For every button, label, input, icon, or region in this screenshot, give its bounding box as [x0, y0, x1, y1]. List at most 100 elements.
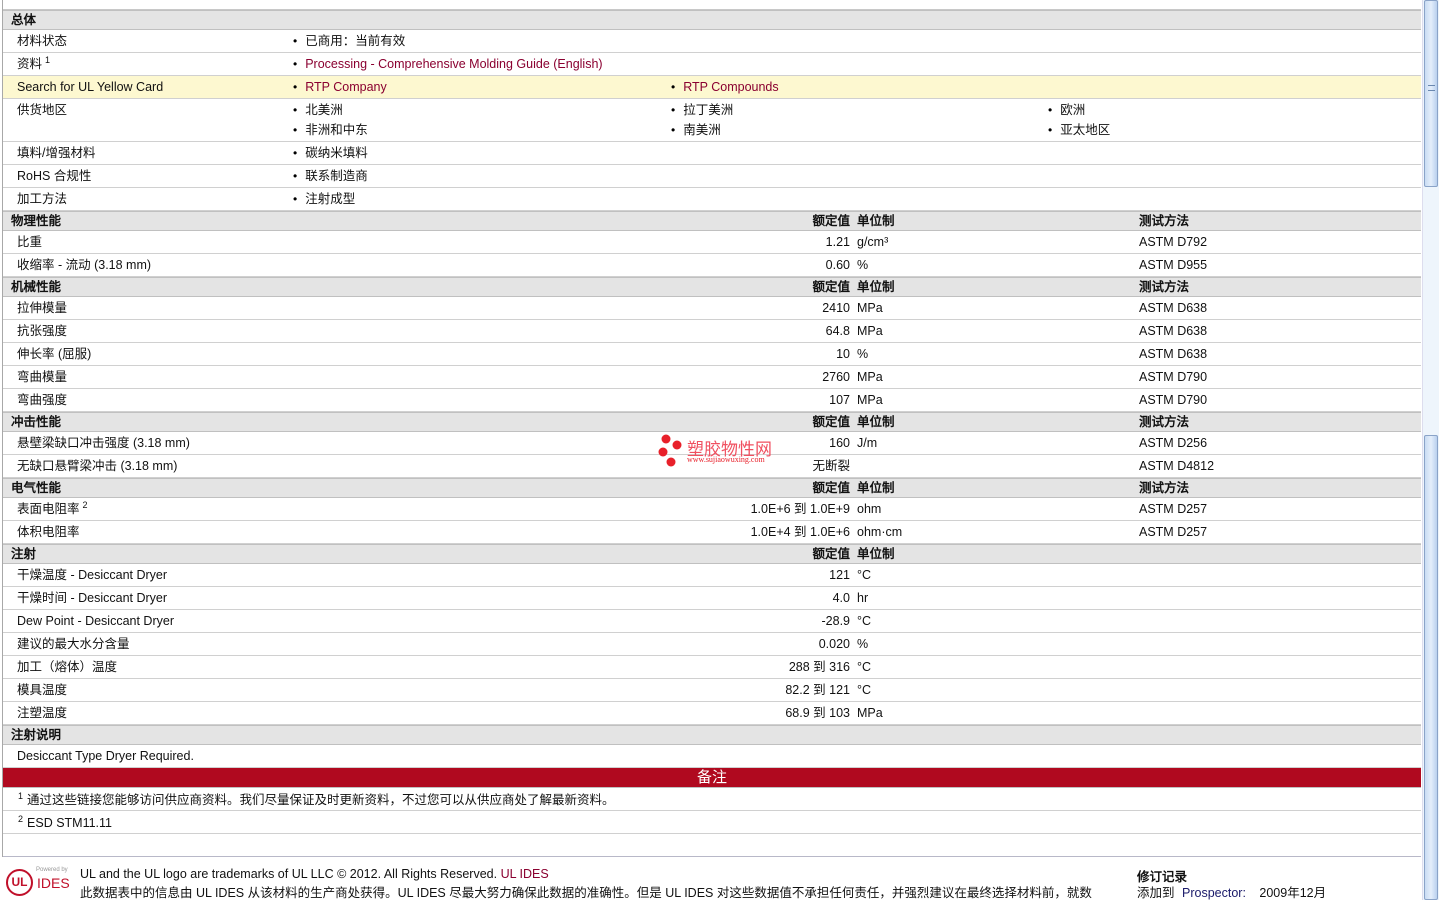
injection-note-text: Desiccant Type Dryer Required.: [17, 749, 194, 763]
column-header-method: 测试方法: [1139, 415, 1190, 429]
property-unit: °C: [857, 568, 872, 582]
section-title: 电气性能: [11, 481, 62, 495]
section-header: 注射 额定值 单位制: [3, 544, 1421, 564]
general-row: 材料状态 已商用：当前有效: [3, 30, 1421, 53]
section-title: 注射说明: [11, 728, 62, 742]
section-header: 冲击性能 额定值 单位制 测试方法: [3, 412, 1421, 432]
property-value: 1.0E+4 到 1.0E+6: [750, 525, 850, 539]
column-header-value: 额定值: [812, 481, 850, 495]
column-header-method: 测试方法: [1139, 280, 1190, 294]
property-label: 收缩率 - 流动 (3.18 mm): [17, 254, 151, 276]
prospector-link[interactable]: Prospector:: [1182, 886, 1246, 900]
column-header-unit: 单位制: [857, 481, 895, 495]
scrollbar-thumb[interactable]: [1424, 0, 1438, 187]
row-label-text: 材料状态: [17, 34, 68, 48]
property-row: 伸长率 (屈服) 10% ASTM D638: [3, 343, 1421, 366]
footnote-text: ESD STM11.11: [27, 816, 113, 830]
section-header-injection-notes: 注射说明: [3, 725, 1421, 745]
row-label-text: RoHS 合规性: [17, 169, 92, 183]
grip-icon: [1428, 85, 1435, 91]
property-unit: °C: [857, 683, 872, 697]
property-label: 弯曲强度: [17, 389, 67, 411]
test-method: ASTM D257: [1139, 525, 1208, 539]
property-row: 比重 1.21 g/cm³ ASTM D792: [3, 231, 1421, 254]
property-name: 弯曲强度: [17, 393, 68, 407]
property-value: 68.9 到 103: [785, 706, 850, 720]
column-header-unit: 单位制: [857, 547, 895, 561]
row-label: 加工方法: [17, 188, 67, 210]
property-value: 2410: [822, 301, 850, 315]
section-title: 物理性能: [11, 214, 62, 228]
property-unit: J/m: [857, 436, 878, 450]
powered-by: Powered by: [36, 867, 68, 873]
footnote: 1 通过这些链接您能够访问供应商资料。我们尽量保证及时更新资料，不过您可以从供应商…: [3, 788, 1421, 811]
ul-ides-link[interactable]: UL IDES: [501, 867, 549, 881]
footnote-marker: 1: [45, 55, 51, 65]
general-row: 加工方法 注射成型: [3, 188, 1421, 211]
column-header-unit: 单位制: [857, 280, 895, 294]
value-link[interactable]: RTP Compounds: [671, 76, 778, 98]
property-row: 体积电阻率 1.0E+4 到 1.0E+6 ohm·cm ASTM D257: [3, 521, 1421, 544]
section-header: 电气性能 额定值 单位制 测试方法: [3, 478, 1421, 498]
property-name: Dew Point - Desiccant Dryer: [17, 614, 174, 628]
section-title: 机械性能: [11, 280, 62, 294]
property-row: 建议的最大水分含量 0.020%: [3, 633, 1421, 656]
property-row: 抗张强度 64.8 MPa ASTM D638: [3, 320, 1421, 343]
section-title: 冲击性能: [11, 415, 62, 429]
value-item: 注射成型: [293, 188, 355, 210]
column-header-unit: 单位制: [857, 214, 895, 228]
property-unit: MPa: [857, 301, 883, 315]
property-unit: °C: [857, 614, 872, 628]
added-date: 2009年12月: [1259, 886, 1327, 900]
value-link[interactable]: Processing - Comprehensive Molding Guide…: [293, 53, 602, 75]
property-unit: °C: [857, 660, 872, 674]
property-label: 模具温度: [17, 679, 67, 701]
value-item: 已商用：当前有效: [293, 30, 405, 52]
property-name: 比重: [17, 235, 43, 249]
test-method: ASTM D638: [1139, 301, 1208, 315]
property-name: 加工（熔体）温度: [17, 660, 118, 674]
property-label: 拉伸模量: [17, 297, 67, 319]
column-header-value: 额定值: [812, 280, 850, 294]
test-method: ASTM D790: [1139, 370, 1208, 384]
property-label: 伸长率 (屈服): [17, 343, 91, 365]
value-link[interactable]: RTP Company: [293, 76, 387, 98]
notes-header: 备注: [3, 768, 1421, 788]
property-name: 悬壁梁缺口冲击强度 (3.18 mm): [17, 436, 190, 450]
general-row: RoHS 合规性 联系制造商: [3, 165, 1421, 188]
property-name: 体积电阻率: [17, 525, 80, 539]
property-value: 121: [829, 568, 850, 582]
property-unit: %: [857, 258, 869, 272]
added-label: 添加到: [1137, 886, 1175, 900]
vertical-scrollbar[interactable]: [1422, 0, 1439, 900]
property-value: 4.0: [832, 591, 850, 605]
property-unit: hr: [857, 591, 869, 605]
section-title: 注射: [11, 547, 37, 561]
property-row: 干燥时间 - Desiccant Dryer 4.0 hr: [3, 587, 1421, 610]
value-item: 拉丁美洲: [671, 99, 733, 121]
footnote-text: 通过这些链接您能够访问供应商资料。我们尽量保证及时更新资料，不过您可以从供应商处…: [27, 793, 615, 807]
property-label: 无缺口悬臂梁冲击 (3.18 mm): [17, 455, 177, 477]
property-name: 注塑温度: [17, 706, 68, 720]
watermark-dots-icon: [658, 434, 682, 467]
property-unit: MPa: [857, 706, 883, 720]
row-label: Search for UL Yellow Card: [17, 76, 163, 98]
ides-logo: IDES: [37, 875, 70, 891]
column-header-value: 额定值: [812, 547, 850, 561]
property-value: 288 到 316: [788, 660, 850, 674]
property-value: 64.8: [825, 324, 850, 338]
test-method: ASTM D955: [1139, 258, 1208, 272]
property-value: 0.60: [825, 258, 850, 272]
value-item: 非洲和中东: [293, 119, 368, 141]
test-method: ASTM D790: [1139, 393, 1208, 407]
scrollbar-track-segment[interactable]: [1424, 435, 1438, 900]
blank-row: [3, 834, 1421, 857]
property-value: 10: [836, 347, 850, 361]
top-spacer: [3, 0, 1421, 10]
test-method: ASTM D256: [1139, 436, 1208, 450]
property-label: 建议的最大水分含量: [17, 633, 130, 655]
copyright-text: UL and the UL logo are trademarks of UL …: [80, 867, 498, 881]
property-unit: MPa: [857, 370, 883, 384]
row-label: RoHS 合规性: [17, 165, 91, 187]
property-value: 1.0E+6 到 1.0E+9: [750, 502, 850, 516]
